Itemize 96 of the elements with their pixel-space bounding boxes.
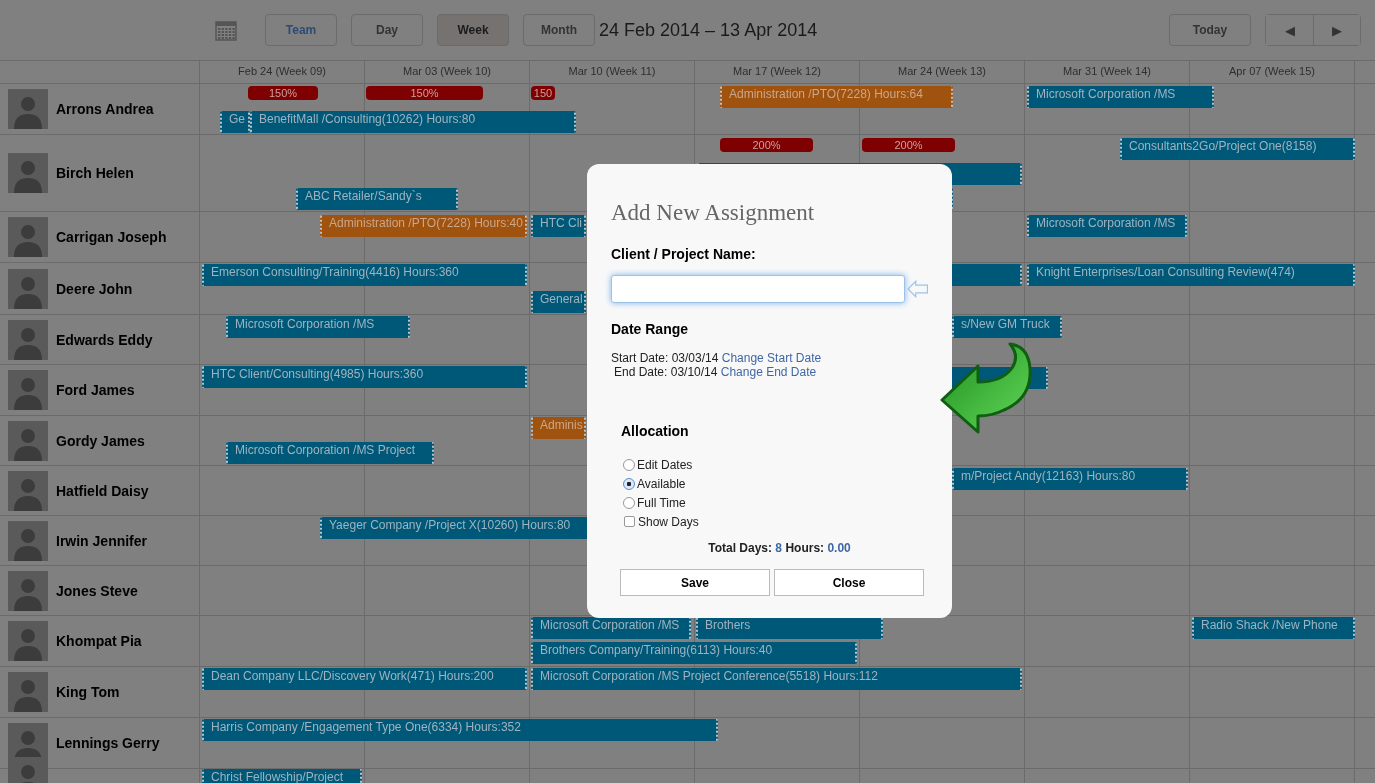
person-name: Khompat Pia <box>56 633 142 649</box>
total-days-label: Total Days: <box>708 541 772 555</box>
radio-button[interactable] <box>623 458 635 471</box>
week-header: Mar 10 (Week 11) <box>530 61 695 83</box>
assignment-bar[interactable]: Christ Fellowship/Project <box>202 769 362 783</box>
radio-button[interactable] <box>623 496 635 509</box>
avatar-placeholder <box>8 89 48 129</box>
overallocation-badge[interactable]: 150 <box>531 86 555 100</box>
week-header: Apr 07 (Week 15) <box>1190 61 1355 83</box>
overallocation-badge[interactable]: 150% <box>366 86 483 100</box>
avatar-placeholder <box>8 570 48 611</box>
radio-button[interactable] <box>623 477 635 490</box>
hours-label: Hours: <box>785 541 825 555</box>
today-button[interactable]: Today <box>1169 14 1251 46</box>
person-name: Ford James <box>56 382 135 398</box>
avatar-placeholder <box>8 153 48 193</box>
week-header: Mar 03 (Week 10) <box>365 61 530 83</box>
person-name: Deere John <box>56 280 133 297</box>
view-tab[interactable]: Month <box>523 14 595 46</box>
week-header: Mar 24 (Week 13) <box>860 61 1025 83</box>
end-date-text: End Date: 03/10/14 <box>614 365 718 379</box>
checkbox[interactable] <box>624 516 635 527</box>
dialog-title: Add New Assignment <box>611 200 816 226</box>
person-name: Carrigan Joseph <box>56 229 167 245</box>
next-button[interactable]: ▶ <box>1313 15 1360 45</box>
assignment-bar[interactable]: Microsoft Corporation /MS <box>1027 86 1214 108</box>
project-name-field[interactable] <box>611 275 905 303</box>
change-end-date-link[interactable]: Change End Date <box>720 365 817 379</box>
assignment-bar[interactable]: m/Project Andy(12163) Hours:80 <box>952 468 1188 490</box>
assignment-bar[interactable]: Knight Enterprises/Loan Consulting Review(474) <box>1027 264 1355 286</box>
avatar-placeholder <box>8 672 48 712</box>
option-label: Available <box>637 476 686 491</box>
assignment-bar[interactable]: HTC Cli <box>531 215 586 237</box>
option-label: Show Days <box>638 514 699 529</box>
assignment-bar[interactable]: ABC Retailer/Sandy`s <box>296 188 458 210</box>
avatar-placeholder <box>8 319 48 360</box>
team-button[interactable]: Team <box>265 14 337 46</box>
avatar-placeholder <box>8 217 48 257</box>
overallocation-badge[interactable]: 200% <box>862 138 955 152</box>
assignment-bar[interactable]: Harris Company /Engagement Type One(6334) Hours:352 <box>202 719 718 741</box>
assignment-bar[interactable]: Emerson Consulting/Training(4416) Hours:360 <box>202 264 527 286</box>
date-range-title: 24 Feb 2014 – 13 Apr 2014 <box>599 19 818 41</box>
assignment-bar[interactable]: Dean Company LLC/Discovery Work(471) Hours:200 <box>202 668 527 690</box>
person-name: Irwin Jennifer <box>56 532 148 549</box>
person-name: Jones Steve <box>56 582 138 599</box>
person-name: Edwards Eddy <box>56 331 153 348</box>
person-name: Lennings Gerry <box>56 735 160 751</box>
total-days-value: 8 <box>775 541 783 555</box>
view-tab[interactable]: Week <box>437 14 509 46</box>
avatar-placeholder <box>8 621 48 661</box>
assignment-bar[interactable]: Ge <box>220 111 250 133</box>
assignment-bar[interactable]: Adminis <box>531 417 586 439</box>
assignment-bar[interactable]: Microsoft Corporation /MS Project Conference(5518) Hours:112 <box>531 668 1022 690</box>
week-header: Mar 17 (Week 12) <box>695 61 860 83</box>
option-label: Edit Dates <box>637 457 693 472</box>
avatar-placeholder <box>8 520 48 561</box>
assignment-bar[interactable]: Yaeger Company /Project X(10260) Hours:80 <box>320 517 590 539</box>
assignment-bar[interactable]: Microsoft Corporation /MS <box>1027 215 1187 237</box>
avatar-placeholder <box>8 370 48 410</box>
assignment-bar[interactable]: Radio Shack /New Phone <box>1192 617 1355 639</box>
dialog-button[interactable]: Save <box>620 569 770 596</box>
calendar-icon[interactable] <box>215 19 237 41</box>
assignment-bar[interactable]: Brothers Company/Training(6113) Hours:40 <box>531 642 857 664</box>
week-header: Mar 31 (Week 14) <box>1025 61 1190 83</box>
hours-value: 0.00 <box>827 541 851 555</box>
section-heading: Date Range <box>611 321 690 337</box>
assignment-bar[interactable]: Microsoft Corporation /MS Project <box>226 442 434 464</box>
assignment-bar[interactable]: General <box>531 291 586 313</box>
view-tab[interactable]: Day <box>351 14 423 46</box>
avatar-placeholder <box>8 268 48 309</box>
dialog-button[interactable]: Close <box>774 569 924 596</box>
overallocation-badge[interactable]: 150% <box>248 86 318 100</box>
option-label: Full Time <box>637 495 686 510</box>
person-name: King Tom <box>56 684 120 700</box>
start-date-text: Start Date: 03/03/14 <box>611 351 719 365</box>
assignment-bar[interactable]: Administration /PTO(7228) Hours:64 <box>720 86 953 108</box>
section-heading: Allocation <box>621 423 690 439</box>
avatar-placeholder <box>8 470 48 511</box>
assignment-bar[interactable]: HTC Client/Consulting(4985) Hours:360 <box>202 366 527 388</box>
assignment-bar[interactable]: Microsoft Corporation /MS <box>531 617 691 639</box>
week-header: Feb 24 (Week 09) <box>200 61 365 83</box>
assignment-bar[interactable]: Microsoft Corporation /MS <box>226 316 410 338</box>
person-name: Arrons Andrea <box>56 101 154 117</box>
assignment-bar[interactable]: s/New GM Truck <box>952 316 1062 338</box>
person-name: Gordy James <box>56 432 145 449</box>
assignment-bar[interactable]: BenefitMall /Consulting(10262) Hours:80 <box>250 111 576 133</box>
avatar-placeholder <box>8 420 48 461</box>
person-name: Birch Helen <box>56 165 134 181</box>
pointer-icon <box>906 280 928 298</box>
assignment-bar[interactable]: Administration /PTO(7228) Hours:40 <box>320 215 527 237</box>
overallocation-badge[interactable]: 200% <box>720 138 813 152</box>
assignment-bar[interactable]: Consultants2Go/Project One(8158) <box>1120 138 1355 160</box>
person-name: Hatfield Daisy <box>56 482 149 499</box>
assignment-bar[interactable]: Brothers <box>696 617 883 639</box>
change-start-date-link[interactable]: Change Start Date <box>721 351 822 365</box>
field-label: Client / Project Name: <box>611 246 757 262</box>
